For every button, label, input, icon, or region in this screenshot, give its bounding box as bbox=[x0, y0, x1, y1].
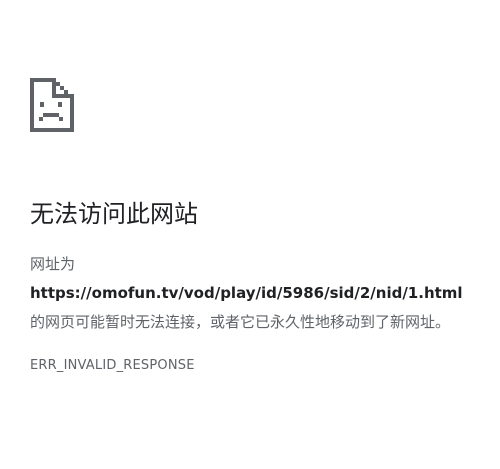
error-message: 网址为 https://omofun.tv/vod/play/id/5986/s… bbox=[30, 250, 470, 337]
page-title: 无法访问此网站 bbox=[30, 200, 198, 228]
sad-page-icon bbox=[30, 78, 74, 132]
failed-url: https://omofun.tv/vod/play/id/5986/sid/2… bbox=[30, 284, 463, 302]
error-page: 无法访问此网站 网址为 https://omofun.tv/vod/play/i… bbox=[30, 78, 470, 375]
message-prefix: 网址为 bbox=[30, 255, 76, 273]
message-suffix: 的网页可能暂时无法连接，或者它已永久性地移动到了新网址。 bbox=[30, 313, 451, 331]
error-code: ERR_INVALID_RESPONSE bbox=[30, 358, 195, 373]
